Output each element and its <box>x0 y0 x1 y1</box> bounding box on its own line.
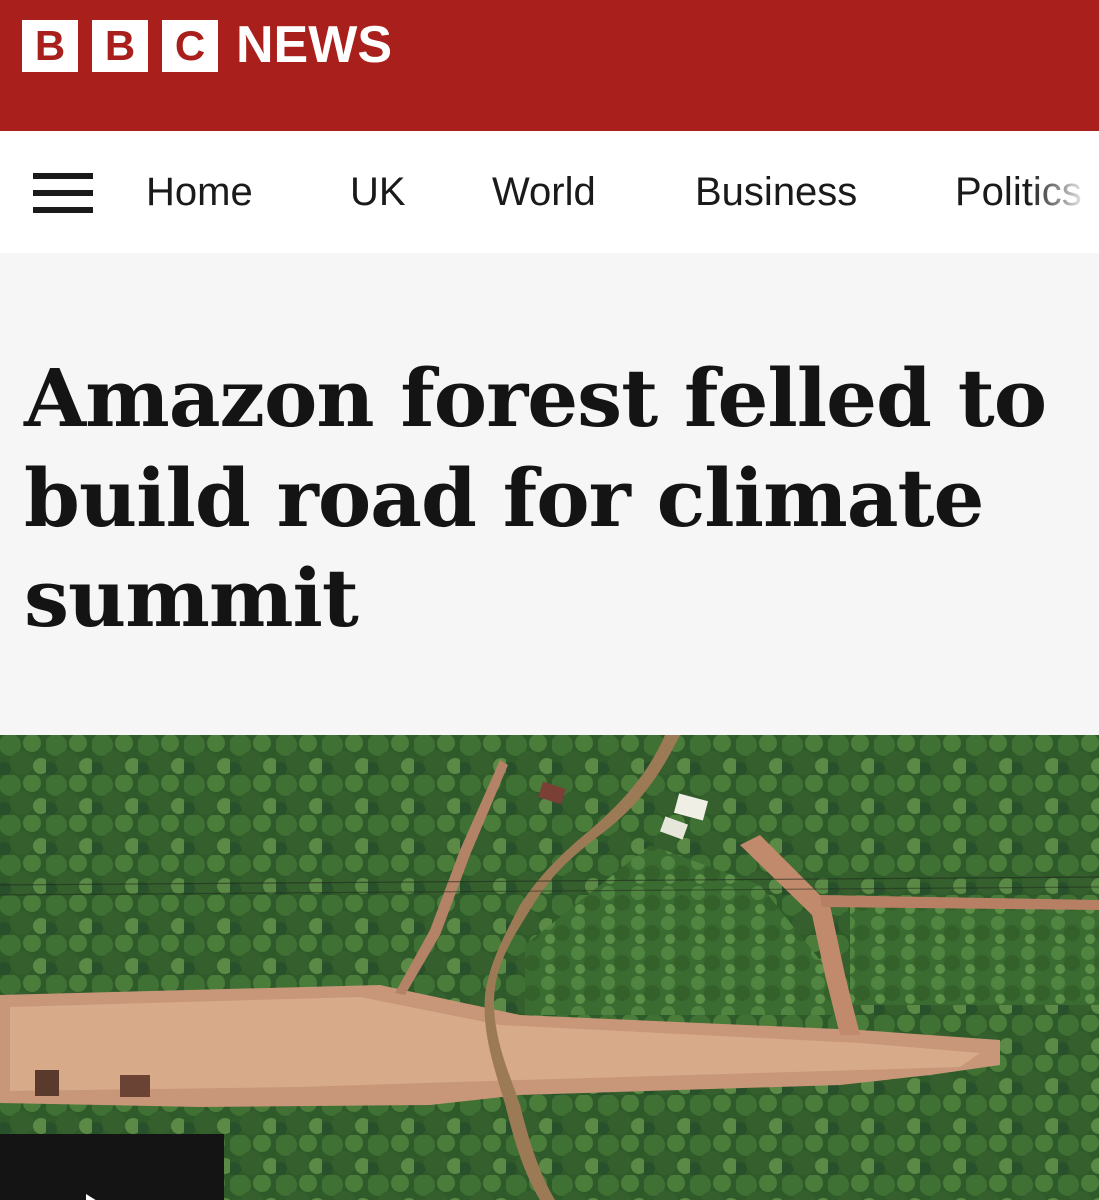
headline-section: Amazon forest felled to build road for c… <box>0 253 1099 735</box>
news-wordmark: NEWS <box>236 16 392 74</box>
play-icon <box>86 1194 102 1200</box>
aerial-forest-road-photo[interactable] <box>0 735 1099 1200</box>
nav-item-home[interactable]: Home <box>146 167 253 217</box>
nav-item-uk[interactable]: UK <box>350 167 406 217</box>
hero-image-drawing <box>0 735 1099 1200</box>
masthead: B B C NEWS <box>0 0 1099 131</box>
hamburger-menu-icon[interactable] <box>33 171 93 215</box>
article-headline: Amazon forest felled to build road for c… <box>24 351 1047 645</box>
bbc-logo-block-b2: B <box>92 20 148 72</box>
bbc-logo-block-b1: B <box>22 20 78 72</box>
video-badge[interactable] <box>0 1134 224 1200</box>
nav-item-business[interactable]: Business <box>695 167 857 217</box>
section-nav: Home UK World Business Politics <box>0 131 1099 253</box>
nav-item-world[interactable]: World <box>492 167 596 217</box>
bbc-logo-block-c: C <box>162 20 218 72</box>
nav-overflow-fade <box>1029 131 1099 253</box>
